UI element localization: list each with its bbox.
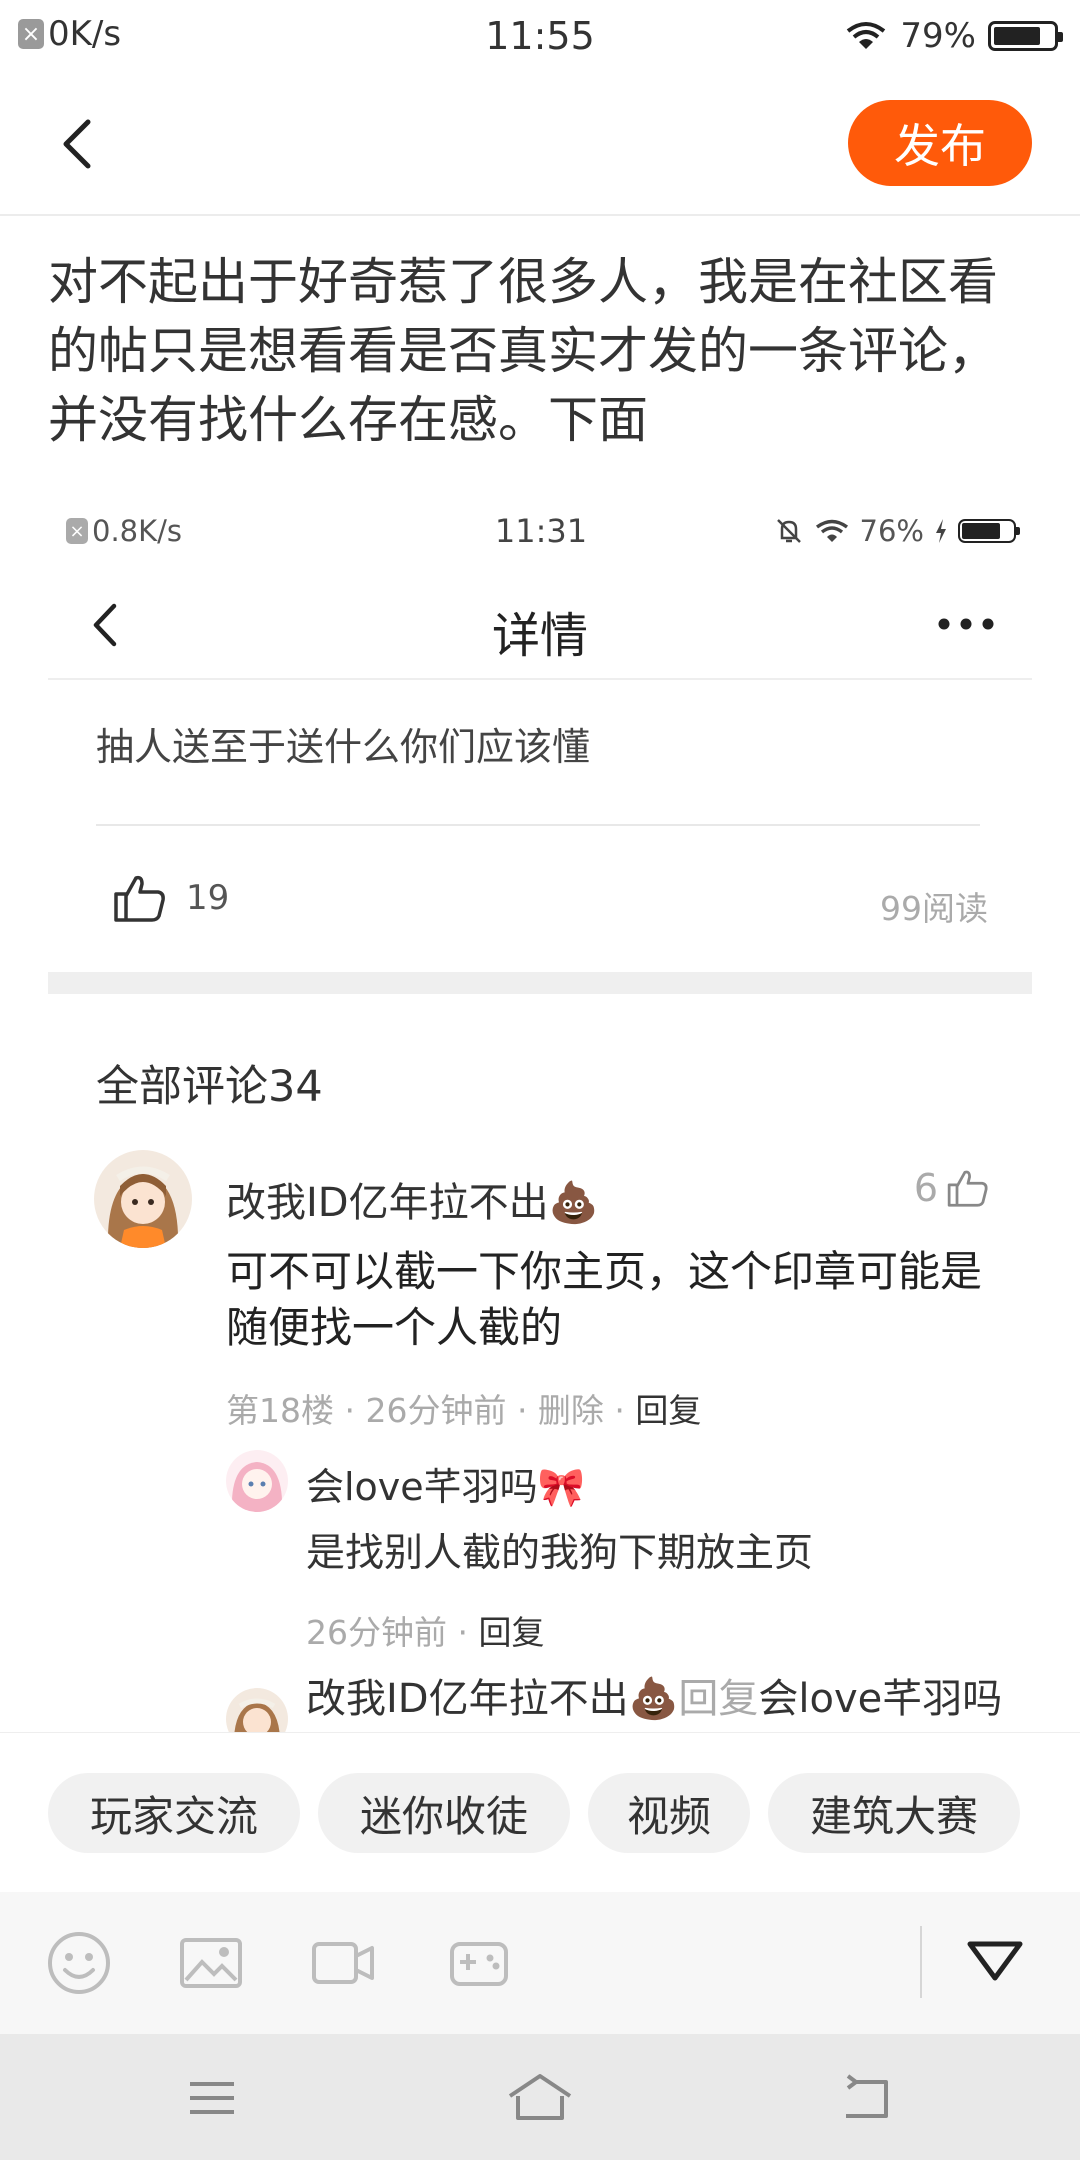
screenshot-like-row: 19	[112, 872, 229, 924]
image-icon[interactable]	[178, 1930, 244, 1996]
input-toolbar	[0, 1892, 1080, 2034]
avatar	[226, 1688, 288, 1732]
toolbar-separator	[920, 1926, 922, 1998]
tag-chip[interactable]: 玩家交流	[48, 1773, 300, 1853]
commenter-name: 改我ID亿年拉不出💩	[226, 1180, 599, 1226]
collapse-icon[interactable]	[964, 1936, 1026, 1986]
mute-bell-icon	[776, 519, 801, 543]
all-comments-heading: 全部评论34	[96, 1062, 323, 1112]
system-nav-bar	[0, 2034, 1080, 2160]
read-count: 99阅读	[880, 889, 988, 928]
comment-text: 可不可以截一下你主页，这个印章可能是随便找一个人截的	[226, 1247, 983, 1352]
video-icon[interactable]	[310, 1930, 376, 1996]
publish-button[interactable]: 发布	[848, 100, 1032, 186]
reply-text: 是找别人截的我狗下期放主页	[306, 1531, 814, 1576]
wifi-icon	[847, 22, 886, 49]
comment-like: 6	[914, 1166, 990, 1210]
screenshot-status-right: 76%	[774, 514, 1020, 548]
reply-name: 改我ID亿年拉不出💩	[306, 1676, 679, 1722]
top-bar: 发布	[0, 72, 1080, 216]
avatar	[226, 1450, 288, 1512]
reply-meta: 26分钟前 · 回复	[306, 1606, 544, 1654]
reply-word: 回复	[678, 1676, 759, 1722]
reply-meta-text: 26分钟前 ·	[306, 1613, 479, 1652]
section-divider	[48, 972, 1032, 994]
reply-link[interactable]: 回复	[635, 1391, 701, 1430]
like-count: 19	[186, 878, 230, 918]
battery-percent: 79%	[900, 16, 976, 56]
wifi-icon	[815, 519, 848, 542]
screenshot-title: 详情	[491, 608, 588, 664]
comment-meta-text: 第18楼 · 26分钟前 · 删除 ·	[226, 1391, 636, 1430]
avatar	[94, 1150, 192, 1248]
emoji-icon[interactable]	[46, 1930, 112, 1996]
divider	[96, 824, 980, 826]
status-bar: × 0K/s 11:55 79%	[0, 0, 1080, 72]
tag-chip[interactable]: 迷你收徒	[318, 1773, 570, 1853]
post-text[interactable]: 对不起出于好奇惹了很多人，我是在社区看的帖只是想看看是否真实才发的一条评论，并没…	[48, 248, 1038, 455]
thumbs-up-icon	[114, 875, 165, 922]
embedded-screenshot[interactable]: × 0.8K/s 11:31 76% 详情 抽人送至于送什么你们应该懂 19 9…	[48, 492, 1032, 1732]
charging-icon	[936, 519, 946, 543]
more-dots-icon	[938, 618, 994, 630]
screenshot-battery-percent: 76%	[859, 514, 924, 548]
menu-icon[interactable]	[182, 2068, 242, 2128]
screenshot-post-body: 抽人送至于送什么你们应该懂	[96, 725, 591, 769]
screenshot-battery-icon	[958, 519, 1020, 543]
gamepad-icon[interactable]	[446, 1930, 512, 1996]
status-right: 79%	[844, 16, 1063, 56]
back-icon[interactable]	[838, 2068, 898, 2128]
tag-chip[interactable]: 视频	[588, 1773, 750, 1853]
screenshot-battery-fill	[962, 523, 1000, 539]
reply-name: 会love芊羽吗🎀	[306, 1465, 585, 1509]
tag-chip[interactable]: 建筑大赛	[768, 1773, 1020, 1853]
home-icon[interactable]	[504, 2068, 576, 2128]
reply-header: 改我ID亿年拉不出💩回复会love芊羽吗🎀	[306, 1672, 1006, 1732]
battery-fill	[994, 27, 1040, 45]
battery-icon	[988, 21, 1063, 51]
comment-like-count: 6	[913, 1166, 938, 1210]
back-arrow-icon[interactable]	[50, 114, 110, 174]
comment-meta: 第18楼 · 26分钟前 · 删除 · 回复	[226, 1384, 701, 1432]
screenshot-header: 详情	[48, 572, 1032, 680]
thumbs-up-icon	[947, 1170, 988, 1207]
screenshot-status-bar: × 0.8K/s 11:31 76%	[66, 510, 1020, 554]
tag-chips-row: 玩家交流 迷你收徒 视频 建筑大赛	[0, 1732, 1080, 1892]
reply-link[interactable]: 回复	[478, 1613, 544, 1652]
